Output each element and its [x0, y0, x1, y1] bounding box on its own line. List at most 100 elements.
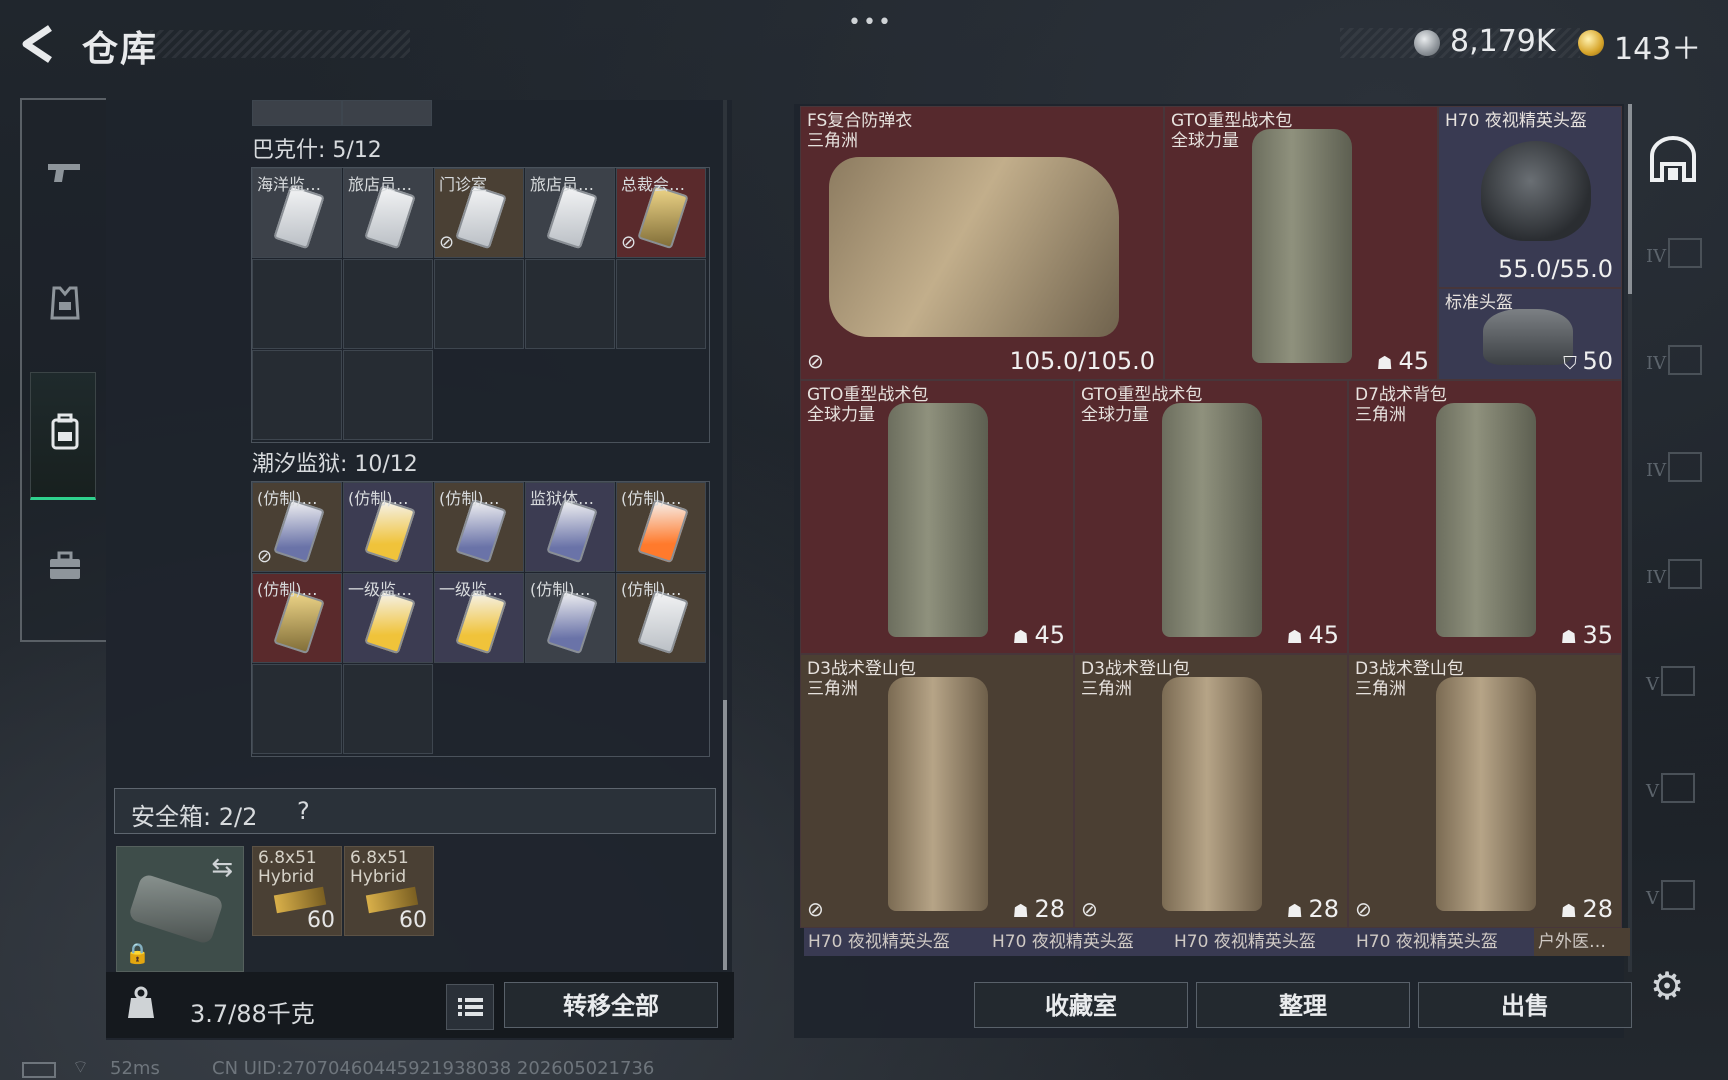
empty-slot[interactable] — [343, 350, 433, 440]
stash-tier-tab[interactable]: V — [1646, 880, 1695, 910]
ping-readout: 52ms — [110, 1058, 160, 1079]
keycard-slot[interactable]: (仿制)… — [343, 482, 433, 572]
keycard-slot[interactable]: 门诊室 ⊘ — [434, 168, 524, 258]
stash-item-value: 105.0/105.0 — [1010, 347, 1156, 375]
stash-tier-tab[interactable]: IV — [1646, 238, 1703, 268]
stash-item[interactable]: GTO重型战术包 全球力量 ☗ 45 — [1074, 380, 1348, 654]
keycard-label: (仿制)… — [439, 489, 500, 508]
keycard-slot[interactable]: (仿制)… — [525, 573, 615, 663]
silver-coin-icon — [1414, 30, 1440, 56]
gold-coin-icon — [1578, 30, 1604, 56]
battery-icon — [22, 1062, 56, 1078]
stash-tier-tab[interactable]: V — [1646, 773, 1695, 803]
stash-tier-tab[interactable]: IV — [1646, 559, 1703, 589]
stash-item[interactable]: FS复合防弹衣 三角洲 105.0/105.0 ⊘ — [800, 106, 1164, 380]
stash-item[interactable]: D3战术登山包 三角洲 ☗ 28 ⊘ — [1348, 654, 1622, 928]
keycard-slot[interactable]: (仿制)… — [616, 482, 706, 572]
ammo-slot[interactable]: 6.8x51 Hybrid 60 — [344, 846, 434, 936]
night-vision-helmet-image — [1481, 141, 1591, 241]
no-discard-icon: ⊘ — [621, 232, 637, 253]
wifi-icon: ⌔ — [72, 1057, 89, 1078]
stash-item[interactable]: GTO重型战术包 全球力量 ☗ 45 — [800, 380, 1074, 654]
back-button[interactable] — [18, 22, 58, 66]
value-text: 45 — [1034, 621, 1065, 649]
keycard-slot[interactable]: 一级监… — [434, 573, 524, 663]
stash-item-value: 55.0/55.0 — [1498, 255, 1613, 283]
gun-icon[interactable] — [44, 152, 86, 194]
silver-currency-value: 8,179K — [1450, 24, 1556, 59]
stash-item[interactable]: H70 夜视精英头盔 55.0/55.0 — [1438, 106, 1622, 288]
transfer-all-button[interactable]: 转移全部 — [504, 982, 718, 1028]
sell-button[interactable]: 出售 — [1418, 982, 1632, 1028]
keycard-label: 总裁会… — [621, 175, 686, 194]
empty-slot[interactable] — [616, 259, 706, 349]
gold-currency-value[interactable]: 143＋ — [1614, 24, 1701, 68]
keycard-slot[interactable]: 旅店员… — [525, 168, 615, 258]
cut-off-item[interactable] — [252, 100, 342, 126]
section-title-tidal-prison: 潮汐监狱: 10/12 — [252, 452, 418, 477]
item-brand: 全球力量 — [1171, 131, 1239, 151]
stash-tier-tab[interactable]: V — [1646, 666, 1695, 696]
stash-item-partial[interactable]: H70 夜视精英头盔 — [988, 928, 1172, 956]
keycard-slot[interactable]: 海洋监… — [252, 168, 342, 258]
help-icon[interactable]: ? — [297, 797, 310, 825]
ammo-quantity: 60 — [307, 908, 335, 933]
backpack-image — [1162, 677, 1262, 911]
item-brand: 三角洲 — [807, 679, 858, 699]
stash-home-icon[interactable] — [1646, 136, 1700, 186]
empty-slot[interactable] — [252, 259, 342, 349]
keycard-slot[interactable]: (仿制)… ⊘ — [252, 482, 342, 572]
value-text: 50 — [1582, 347, 1613, 375]
value-text: 45 — [1398, 347, 1429, 375]
empty-slot[interactable] — [525, 259, 615, 349]
stash-item-partial[interactable]: H70 夜视精英头盔 — [1352, 928, 1536, 956]
organize-button[interactable]: 整理 — [1196, 982, 1410, 1028]
empty-slot[interactable] — [252, 350, 342, 440]
keycard-label: 一级监… — [348, 580, 413, 599]
stash-tier-tab[interactable]: IV — [1646, 452, 1703, 482]
stash-item[interactable]: D3战术登山包 三角洲 ☗ 28 ⊘ — [800, 654, 1074, 928]
inventory-scrollbar-thumb[interactable] — [723, 700, 727, 970]
keycard-slot[interactable]: (仿制)… — [616, 573, 706, 663]
safe-box-label: 安全箱: 2/2 — [131, 803, 258, 831]
stash-item-partial[interactable]: H70 夜视精英头盔 — [1170, 928, 1354, 956]
briefcase-icon[interactable] — [44, 546, 86, 588]
keycard-slot[interactable]: 一级监… — [343, 573, 433, 663]
item-brand: 全球力量 — [1081, 405, 1149, 425]
keycard-slot[interactable]: 总裁会… ⊘ — [616, 168, 706, 258]
stash-item[interactable]: GTO重型战术包 全球力量 ☗ 45 — [1164, 106, 1438, 380]
keycard-slot[interactable]: (仿制)… — [434, 482, 524, 572]
capacity-icon: ☗ — [1012, 627, 1035, 648]
stash-item-partial[interactable]: H70 夜视精英头盔 — [804, 928, 990, 956]
keycard-slot[interactable]: 旅店员… — [343, 168, 433, 258]
stash-item[interactable]: D7战术背包 三角洲 ☗ 35 — [1348, 380, 1622, 654]
collection-room-button[interactable]: 收藏室 — [974, 982, 1188, 1028]
ammo-name: 6.8x51 Hybrid — [350, 848, 409, 887]
item-name: H70 夜视精英头盔 — [1445, 111, 1587, 131]
cut-off-item[interactable] — [342, 100, 432, 126]
backpack-icon[interactable] — [44, 412, 86, 454]
more-menu-button[interactable]: ••• — [848, 10, 893, 35]
value-text: 105.0/105.0 — [1009, 347, 1156, 375]
keycard-slot[interactable]: (仿制)… — [252, 573, 342, 663]
swap-icon[interactable]: ⇆ — [211, 853, 233, 883]
settings-gear-icon[interactable]: ⚙ — [1650, 964, 1684, 1008]
tier-icon — [1661, 880, 1695, 910]
ammo-slot[interactable]: 6.8x51 Hybrid 60 — [252, 846, 342, 936]
empty-slot[interactable] — [434, 259, 524, 349]
stash-tier-tab[interactable]: IV — [1646, 345, 1703, 375]
empty-slot[interactable] — [343, 664, 433, 754]
safe-box-case[interactable]: ⇆ 🔒 — [116, 846, 244, 972]
keycard-slot[interactable]: 监狱体… — [525, 482, 615, 572]
stash-scrollbar-thumb[interactable] — [1628, 104, 1632, 294]
no-discard-icon: ⊘ — [807, 349, 824, 373]
stash-item[interactable]: 标准头盔 ⛉ 50 — [1438, 288, 1622, 380]
tier-icon — [1661, 773, 1695, 803]
empty-slot[interactable] — [343, 259, 433, 349]
empty-slot[interactable] — [252, 664, 342, 754]
stash-item[interactable]: D3战术登山包 三角洲 ☗ 28 ⊘ — [1074, 654, 1348, 928]
value-text: 28 — [1308, 895, 1339, 923]
list-view-button[interactable] — [446, 984, 494, 1030]
stash-item-partial[interactable]: 户外医… — [1534, 928, 1630, 956]
armor-vest-icon[interactable] — [44, 282, 86, 324]
